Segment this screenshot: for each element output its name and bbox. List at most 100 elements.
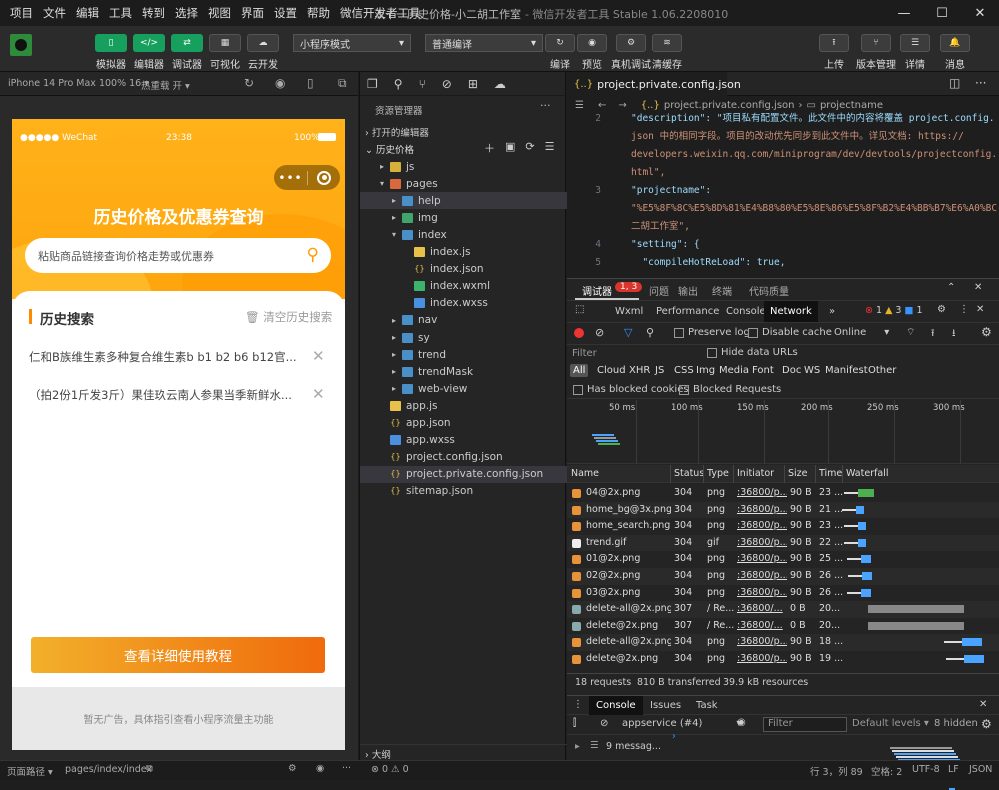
device-debug-icon[interactable]: ⚙ <box>616 34 646 52</box>
levels-select[interactable]: Default levels ▾ <box>852 718 929 729</box>
folder-item[interactable]: ▸ sy <box>360 329 567 346</box>
open-editors-section[interactable]: › 打开的编辑器 <box>365 125 429 139</box>
devtools-tab[interactable]: 问题 <box>649 283 669 298</box>
record-icon[interactable]: ◉ <box>275 76 285 90</box>
new-folder-icon[interactable]: ▣ <box>505 140 515 156</box>
menu-item[interactable]: 设置 <box>269 5 302 21</box>
devtools-tab[interactable]: 调试器 <box>582 283 612 298</box>
branch-icon[interactable]: ⑂ <box>861 34 891 52</box>
toolbar-label[interactable]: 消息 <box>933 56 977 71</box>
capsule-menu[interactable]: ••• <box>274 165 340 190</box>
panel-tab[interactable]: Network <box>764 301 818 322</box>
tutorial-button[interactable]: 查看详细使用教程 <box>31 637 325 673</box>
network-row[interactable]: 02@2x.png 304 png:36800/p... 90 B 26 ... <box>567 568 999 585</box>
column-header[interactable]: Time <box>819 468 842 479</box>
remove-item-icon[interactable]: ✕ <box>312 347 325 365</box>
type-filter-media[interactable]: Media <box>716 364 752 377</box>
phone-icon[interactable]: ▯ <box>307 76 314 90</box>
filter-icon[interactable]: ▽ <box>624 326 632 339</box>
history-item[interactable]: （拍2份1斤发3斤）果佳玖云南人参果当季新鲜水... <box>29 387 299 403</box>
menu-item[interactable]: 选择 <box>170 5 203 21</box>
column-header[interactable]: Initiator <box>737 468 774 479</box>
history-item[interactable]: 仁和B族维生素多种复合维生素b b1 b2 b6 b12官... <box>29 349 299 365</box>
editor-tab[interactable]: {..} project.private.config.json <box>567 72 741 96</box>
rotate-icon[interactable]: ↻ <box>244 76 254 90</box>
column-header[interactable]: Status <box>674 468 704 479</box>
blocked-requests-checkbox[interactable] <box>679 385 689 395</box>
cell-init[interactable]: :36800/p... <box>737 587 787 598</box>
device-select[interactable]: iPhone 14 Pro Max 100% 16 ▾ <box>8 78 149 89</box>
folder-item[interactable]: ▸ help <box>360 192 567 210</box>
extensions-icon[interactable]: ⊞ <box>468 77 478 91</box>
encoding[interactable]: UTF-8 <box>912 764 940 775</box>
toolbar-label[interactable]: 上传 <box>812 56 856 71</box>
folder-item[interactable]: ▸ trendMask <box>360 363 567 380</box>
refresh-icon[interactable]: ⟳ <box>525 140 534 156</box>
tree-toggle-icon[interactable]: ☰ <box>575 100 584 111</box>
upload-icon[interactable]: ⭱ <box>931 326 935 343</box>
clear-history-button[interactable]: 🗑 清空历史搜索 <box>245 309 332 325</box>
cloud-icon[interactable]: ☁ <box>494 77 506 91</box>
avatar[interactable] <box>10 34 32 56</box>
panel-tab[interactable]: » <box>823 301 841 322</box>
cell-init[interactable]: :36800/p... <box>737 504 787 515</box>
type-filter-xhr[interactable]: XHR <box>626 364 653 377</box>
folder-item[interactable]: ▸ web-view <box>360 380 567 397</box>
cell-init[interactable]: :36800/p... <box>737 636 787 647</box>
network-settings-icon[interactable]: ⚙ <box>981 325 992 339</box>
collapse-icon[interactable]: ☰ <box>545 140 555 156</box>
folder-item[interactable]: ▸ img <box>360 209 567 226</box>
popout-icon[interactable]: ⧉ <box>338 76 347 91</box>
type-filter-js[interactable]: JS <box>652 364 667 377</box>
type-filter-manifest[interactable]: Manifest <box>822 364 871 377</box>
clear-icon[interactable]: ⊘ <box>595 326 604 339</box>
cell-init[interactable]: :36800/p... <box>737 520 787 531</box>
drawer-tab[interactable]: Console <box>589 696 643 715</box>
network-row[interactable]: 04@2x.png 304 png:36800/p... 90 B 23 ... <box>567 485 999 502</box>
preview-icon[interactable]: ◉ <box>577 34 607 52</box>
sidebar-toggle-icon[interactable]: ⫿ <box>573 718 576 729</box>
cloud-icon[interactable]: ☁ <box>247 34 279 52</box>
debug-icon[interactable]: ⊘ <box>442 77 452 91</box>
menu-item[interactable]: 文件 <box>38 5 71 21</box>
outline-section[interactable]: › 大纲 <box>360 744 567 761</box>
folder-item[interactable]: ▸ js <box>360 158 567 175</box>
problems-count[interactable]: ⊗ 0 ⚠ 0 <box>371 764 409 775</box>
search-panel-icon[interactable]: ⚲ <box>394 77 403 91</box>
details-icon[interactable]: ☰ <box>900 34 930 52</box>
record-button[interactable] <box>574 328 584 338</box>
eol[interactable]: LF <box>948 764 959 775</box>
editor-more-icon[interactable]: ··· <box>975 76 986 90</box>
compile-select[interactable]: 普通编译 ▾ <box>425 34 543 52</box>
drawer-menu-icon[interactable]: ⋮ <box>573 699 583 710</box>
inspect-icon[interactable]: ⬚ <box>575 304 584 315</box>
copy-icon[interactable]: ⧉ <box>146 763 153 774</box>
eye-icon[interactable]: ◉ <box>737 717 746 728</box>
mode-select[interactable]: 小程序模式 ▾ <box>293 34 411 52</box>
clear-cache-icon[interactable]: ≋ <box>652 34 682 52</box>
folder-item[interactable]: ▾ pages <box>360 175 567 192</box>
file-item[interactable]: index.js <box>360 244 567 261</box>
project-section[interactable]: ⌄ 历史价格 <box>365 142 414 156</box>
visual-icon[interactable]: ▦ <box>209 34 241 52</box>
console-filter-input[interactable]: Filter <box>763 717 847 732</box>
close-icon[interactable]: ✕ <box>976 304 984 315</box>
network-row[interactable]: delete-all@2x.png 307 / Re...:36800/... 0 B… <box>567 601 999 618</box>
type-filter-ws[interactable]: WS <box>801 364 823 377</box>
menu-item[interactable]: 转到 <box>137 5 170 21</box>
search-icon[interactable]: ⚲ <box>646 326 654 339</box>
column-header[interactable]: Size <box>788 468 808 479</box>
toolbar-label[interactable]: 版本管理 <box>854 56 898 71</box>
network-row[interactable]: 03@2x.png 304 png:36800/p... 90 B 26 ... <box>567 584 999 602</box>
type-filter-img[interactable]: Img <box>693 364 718 377</box>
devtools-tab[interactable]: 代码质量 <box>749 283 789 298</box>
search-icon[interactable]: ⚲ <box>307 245 319 265</box>
bug-icon[interactable]: ⚙ <box>288 763 297 774</box>
back-icon[interactable]: ← <box>598 100 606 111</box>
toolbar-label[interactable]: 预览 <box>570 56 614 71</box>
file-item[interactable]: index.wxml <box>360 278 567 295</box>
menu-item[interactable]: 视图 <box>203 5 236 21</box>
file-item[interactable]: {} project.private.config.json <box>360 465 567 483</box>
toolbar-label[interactable]: 详情 <box>893 56 937 71</box>
menu-item[interactable]: 帮助 <box>302 5 335 21</box>
